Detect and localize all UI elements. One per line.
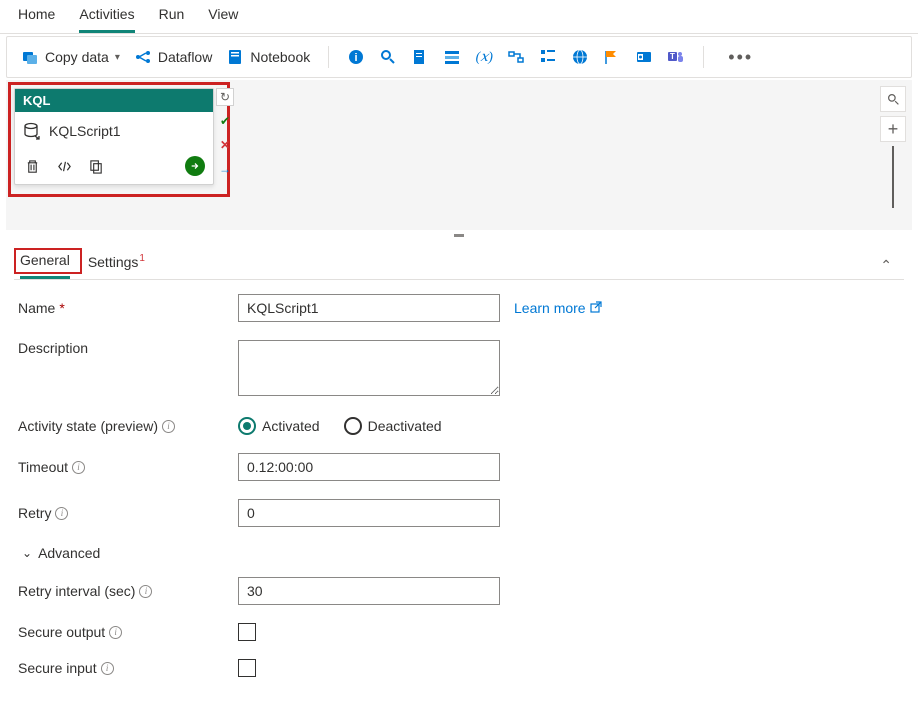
dataflow-label: Dataflow xyxy=(158,49,212,65)
node-status-icons: ↻ ✔ ✕ → xyxy=(216,88,234,178)
canvas-search-button[interactable] xyxy=(880,86,906,112)
notebook-label: Notebook xyxy=(250,49,310,65)
globe-icon[interactable] xyxy=(571,48,589,66)
timeout-input[interactable] xyxy=(238,453,500,481)
tab-general[interactable]: General xyxy=(20,252,70,279)
copy-data-icon xyxy=(21,48,39,66)
x-icon: ✕ xyxy=(216,136,234,154)
copy-data-label: Copy data xyxy=(45,49,109,65)
info-icon[interactable]: i xyxy=(109,626,122,639)
more-options-button[interactable]: ••• xyxy=(722,47,759,68)
info-icon[interactable]: i xyxy=(55,507,68,520)
toolbar-separator-2 xyxy=(703,46,704,68)
property-tabs: General Settings1 ⌃ xyxy=(14,244,904,280)
refresh-icon[interactable]: ↻ xyxy=(216,88,234,106)
panel-resize-handle[interactable]: ▬ xyxy=(0,230,918,244)
external-link-icon xyxy=(590,300,602,316)
learn-more-label: Learn more xyxy=(514,300,586,316)
script-icon[interactable] xyxy=(411,48,429,66)
name-label: Name xyxy=(18,300,55,316)
general-form: Name * Learn more Description Activity s… xyxy=(14,280,904,709)
tab-settings[interactable]: Settings1 xyxy=(88,254,144,278)
nav-tab-view[interactable]: View xyxy=(208,6,238,33)
retry-input[interactable] xyxy=(238,499,500,527)
name-input[interactable] xyxy=(238,294,500,322)
advanced-label: Advanced xyxy=(38,545,100,561)
checklist-icon[interactable] xyxy=(539,48,557,66)
collapse-panel-button[interactable]: ⌃ xyxy=(874,257,898,274)
pipeline-icon[interactable] xyxy=(507,48,525,66)
node-type-label: KQL xyxy=(15,89,213,112)
canvas-tools: + xyxy=(880,86,906,208)
secure-input-label: Secure input xyxy=(18,660,97,676)
teams-icon[interactable]: T xyxy=(667,48,685,66)
copy-data-button[interactable]: Copy data ▾ xyxy=(21,48,120,66)
radio-deactivated[interactable]: Deactivated xyxy=(344,417,442,435)
nav-tab-home[interactable]: Home xyxy=(18,6,55,33)
svg-text:T: T xyxy=(670,52,675,61)
secure-output-checkbox[interactable] xyxy=(238,623,256,641)
description-label: Description xyxy=(18,340,88,356)
notebook-button[interactable]: Notebook xyxy=(226,48,310,66)
description-textarea[interactable] xyxy=(238,340,500,396)
search-icon[interactable] xyxy=(379,48,397,66)
node-title: KQLScript1 xyxy=(49,123,121,139)
database-icon xyxy=(23,122,41,140)
radio-activated[interactable]: Activated xyxy=(238,417,320,435)
info-icon[interactable]: i xyxy=(139,585,152,598)
radio-empty-icon xyxy=(344,417,362,435)
check-icon: ✔ xyxy=(216,112,234,130)
nav-tab-activities[interactable]: Activities xyxy=(79,6,134,33)
run-arrow-icon[interactable] xyxy=(185,156,205,176)
code-icon[interactable] xyxy=(55,157,73,175)
nav-tab-run[interactable]: Run xyxy=(159,6,185,33)
radio-dot-icon xyxy=(238,417,256,435)
retry-interval-input[interactable] xyxy=(238,577,500,605)
outlook-icon[interactable] xyxy=(635,48,653,66)
canvas-add-button[interactable]: + xyxy=(880,116,906,142)
tab-settings-label: Settings xyxy=(88,254,139,270)
advanced-toggle[interactable]: ⌄ Advanced xyxy=(22,545,900,561)
flag-icon[interactable] xyxy=(603,48,621,66)
arrow-right-icon: → xyxy=(216,160,234,178)
info-icon[interactable]: i xyxy=(162,420,175,433)
dataflow-icon xyxy=(134,48,152,66)
learn-more-link[interactable]: Learn more xyxy=(514,300,602,316)
properties-panel: General Settings1 ⌃ Name * Learn more De… xyxy=(0,244,918,709)
dataflow-button[interactable]: Dataflow xyxy=(134,48,212,66)
secure-output-label: Secure output xyxy=(18,624,105,640)
delete-icon[interactable] xyxy=(23,157,41,175)
info-icon[interactable]: i xyxy=(72,461,85,474)
list-icon[interactable] xyxy=(443,48,461,66)
canvas-zoom-track[interactable] xyxy=(892,146,894,208)
chevron-down-icon: ⌄ xyxy=(22,546,32,560)
variable-icon[interactable]: (𝑥) xyxy=(475,48,493,66)
retry-label: Retry xyxy=(18,505,51,521)
svg-text:i: i xyxy=(355,52,358,64)
secure-input-checkbox[interactable] xyxy=(238,659,256,677)
radio-activated-label: Activated xyxy=(262,418,320,434)
toolbar-separator xyxy=(328,46,329,68)
required-asterisk: * xyxy=(59,300,64,316)
activity-state-label: Activity state (preview) xyxy=(18,418,158,434)
info-icon[interactable]: i xyxy=(101,662,114,675)
activities-toolbar: Copy data ▾ Dataflow Notebook i (𝑥) T ••… xyxy=(6,36,912,78)
top-nav: Home Activities Run View xyxy=(0,0,918,34)
radio-deactivated-label: Deactivated xyxy=(368,418,442,434)
settings-badge: 1 xyxy=(139,253,145,264)
retry-interval-label: Retry interval (sec) xyxy=(18,583,135,599)
timeout-label: Timeout xyxy=(18,459,68,475)
info-circle-icon[interactable]: i xyxy=(347,48,365,66)
copy-icon[interactable] xyxy=(87,157,105,175)
notebook-icon xyxy=(226,48,244,66)
kql-activity-node[interactable]: KQL KQLScript1 xyxy=(14,88,214,185)
chevron-down-icon: ▾ xyxy=(115,52,120,63)
pipeline-canvas[interactable]: KQL KQLScript1 ↻ ✔ ✕ → xyxy=(6,80,912,230)
